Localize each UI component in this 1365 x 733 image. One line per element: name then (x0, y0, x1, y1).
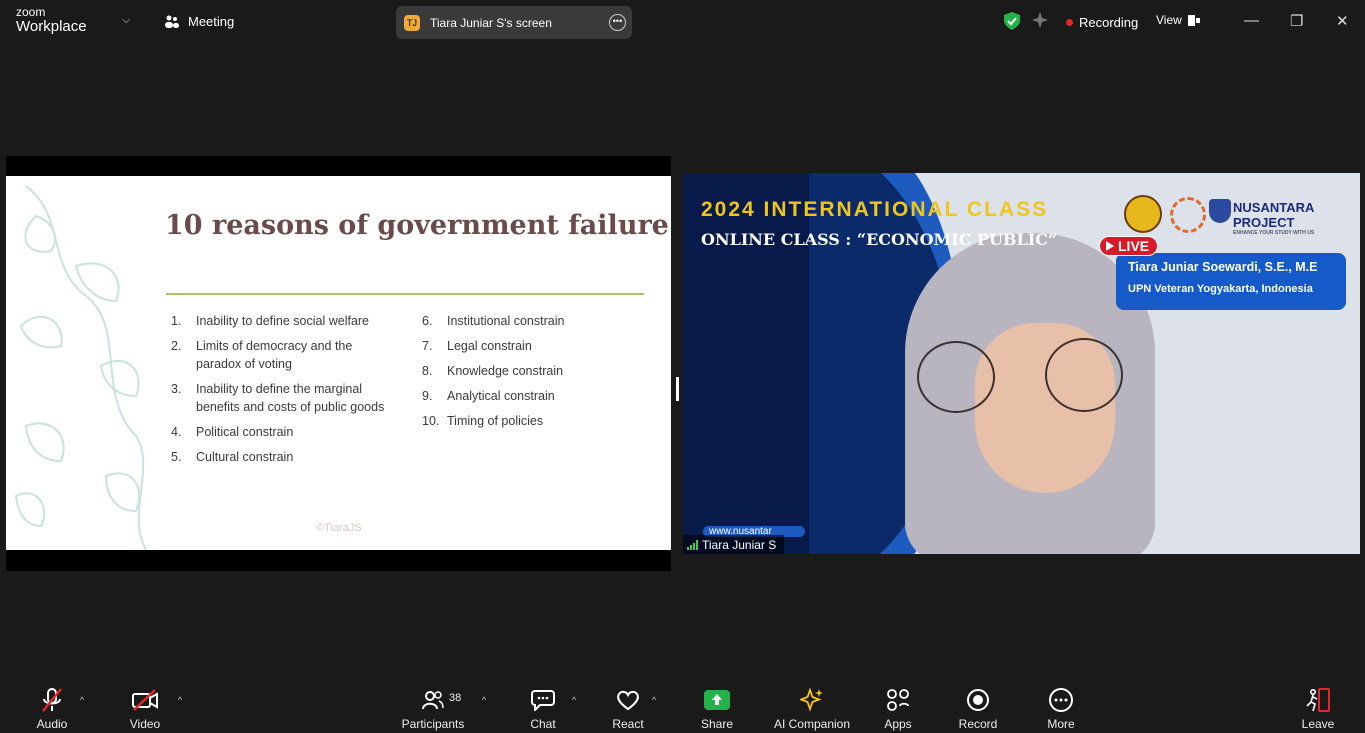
brand-small: zoom (16, 5, 46, 19)
heart-icon (617, 690, 639, 711)
list-item: 1. Inability to define social welfare (171, 314, 370, 328)
record-dot-icon (1066, 19, 1073, 26)
meeting-toolbar: Audio ^ Video ^ Participants 38 ^ Chat ^… (0, 679, 1365, 733)
restore-icon[interactable]: ❐ (1290, 12, 1303, 30)
participants-options-chevron-icon[interactable]: ^ (482, 695, 486, 705)
ai-companion-button[interactable]: AI Companion (770, 679, 854, 733)
audio-options-chevron-icon[interactable]: ^ (80, 695, 84, 705)
speaker-video-tile[interactable]: 2024 INTERNATIONAL CLASS ONLINE CLASS : … (683, 173, 1360, 554)
shield-icon[interactable] (1004, 12, 1020, 30)
list-item: 8. Knowledge constrain (422, 364, 564, 378)
react-button[interactable]: React (610, 679, 646, 733)
slide-copyright: ©TiaraJS (316, 522, 362, 534)
audio-button[interactable]: Audio (30, 679, 74, 733)
microphone-muted-icon (42, 688, 62, 712)
list-item: 5. Cultural constrain (171, 450, 294, 464)
university-emblem-icon (1124, 195, 1162, 233)
camera-off-icon (132, 689, 158, 711)
leave-door-icon (1306, 688, 1330, 712)
recording-label: Recording (1079, 15, 1139, 30)
recording-indicator[interactable]: Recording (1066, 15, 1138, 30)
record-icon (967, 689, 989, 711)
leave-button[interactable]: Leave (1300, 679, 1336, 733)
signal-strength-icon (687, 539, 698, 550)
leaf-decoration-icon (14, 185, 147, 550)
video-button[interactable]: Video (124, 679, 166, 733)
glasses-lens-left (917, 341, 995, 413)
live-badge: LIVE (1099, 236, 1159, 256)
apps-icon (887, 689, 909, 711)
screen-share-pill[interactable]: TJ Tiara Juniar S's screen ••• (396, 6, 632, 39)
shared-screen[interactable]: 10 reasons of government failure 1. Inabi… (6, 156, 671, 571)
more-options-icon[interactable]: ••• (609, 14, 626, 31)
record-button[interactable]: Record (956, 679, 1000, 733)
share-button[interactable]: Share (700, 679, 734, 733)
list-item: 6. Institutional constrain (422, 314, 565, 328)
presenter-name: Tiara Juniar Soewardi, S.E., M.E (1128, 260, 1318, 274)
sparkle-icon[interactable] (1032, 12, 1048, 28)
sharer-avatar: TJ (404, 14, 420, 31)
participants-icon (422, 691, 444, 710)
project-logo: NUSANTARA PROJECT ENHANCE YOUR STUDY WIT… (1233, 200, 1315, 236)
glasses-lens-right (1045, 338, 1123, 412)
close-icon[interactable]: ✕ (1336, 12, 1349, 30)
participant-name-tag: Tiara Juniar S (683, 535, 785, 554)
apps-button[interactable]: Apps (880, 679, 916, 733)
list-item: 10. Timing of policies (422, 414, 544, 428)
react-options-chevron-icon[interactable]: ^ (652, 695, 656, 705)
more-button[interactable]: More (1044, 679, 1078, 733)
more-icon (1049, 688, 1073, 712)
video-options-chevron-icon[interactable]: ^ (178, 695, 182, 705)
brand-large: Workplace (16, 18, 87, 35)
title-bar: zoom Workplace ⌵ Meeting TJ Tiara Juniar… (0, 0, 1365, 44)
split-resize-handle[interactable] (676, 377, 679, 401)
view-label: View (1156, 13, 1182, 27)
chat-icon (531, 690, 555, 711)
list-item: 9. Analytical constrain (422, 389, 555, 403)
chat-options-chevron-icon[interactable]: ^ (572, 695, 576, 705)
zoom-logo: zoom Workplace (16, 6, 87, 34)
presenter-name-card: Tiara Juniar Soewardi, S.E., M.E UPN Vet… (1116, 253, 1346, 310)
meeting-label: Meeting (188, 14, 235, 29)
meeting-menu[interactable]: Meeting (164, 14, 234, 29)
banner-subtitle: ONLINE CLASS : “ECONOMIC PUBLIC” (701, 230, 1058, 249)
list-item: 4. Political constrain (171, 425, 294, 439)
reasons-list-left: 1. Inability to define social welfare 2. L… (171, 312, 396, 473)
play-icon (1106, 241, 1114, 251)
minimize-icon[interactable]: — (1244, 12, 1259, 29)
partner-logo-icon (1170, 197, 1206, 233)
view-menu[interactable]: View (1156, 13, 1200, 27)
screen-share-label: Tiara Juniar S's screen (430, 15, 552, 30)
share-screen-icon (704, 690, 730, 710)
chat-button[interactable]: Chat (526, 679, 560, 733)
ai-sparkle-icon (800, 688, 823, 712)
participants-button[interactable]: Participants (400, 679, 466, 733)
list-item: 7. Legal constrain (422, 339, 532, 353)
view-layout-icon (1187, 14, 1200, 26)
participant-name: Tiara Juniar S (702, 537, 777, 552)
list-item: 2. Limits of democracy and the paradox of… (171, 339, 353, 371)
title-divider (166, 293, 644, 295)
list-item: 3. Inability to define the marginal benef… (171, 382, 385, 414)
slide-title: 10 reasons of government failure (165, 210, 669, 241)
people-icon (165, 15, 179, 28)
participants-count: 38 (449, 692, 462, 704)
project-shield-icon (1209, 199, 1231, 223)
chevron-down-icon[interactable]: ⌵ (122, 14, 130, 27)
banner-title: 2024 INTERNATIONAL CLASS (701, 198, 1049, 221)
presenter-affiliation: UPN Veteran Yogyakarta, Indonesia (1128, 283, 1313, 295)
reasons-list-right: 6. Institutional constrain 7. Legal constr… (422, 312, 647, 437)
presentation-slide: 10 reasons of government failure 1. Inabi… (6, 176, 671, 550)
